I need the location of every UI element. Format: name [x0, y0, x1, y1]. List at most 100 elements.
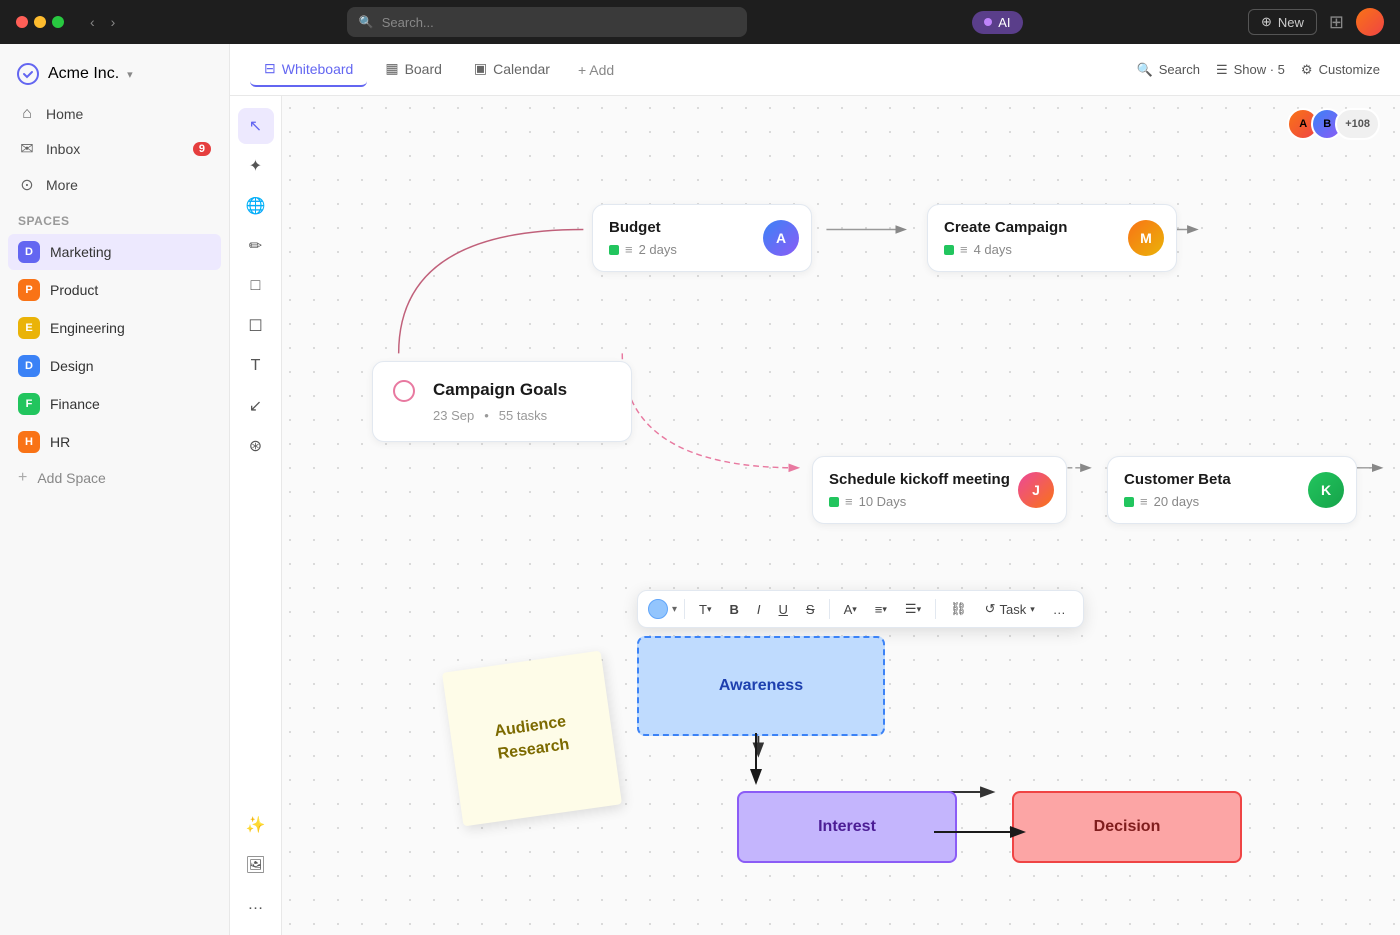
- maximize-button[interactable]: [52, 16, 64, 28]
- calendar-tab-icon: ▣: [474, 60, 487, 77]
- close-button[interactable]: [16, 16, 28, 28]
- awareness-shape[interactable]: Awareness: [637, 636, 885, 736]
- sidebar-more-label: More: [46, 177, 211, 193]
- sidebar-item-marketing[interactable]: D Marketing: [8, 234, 221, 270]
- sidebar-item-design[interactable]: D Design: [8, 348, 221, 384]
- tool-text[interactable]: T: [238, 348, 274, 384]
- underline-button[interactable]: U: [772, 598, 795, 621]
- minimize-button[interactable]: [34, 16, 46, 28]
- customer-beta-avatar: K: [1308, 472, 1344, 508]
- tool-network[interactable]: ⊛: [238, 428, 274, 464]
- customer-beta-meta: ≡ 20 days: [1124, 494, 1340, 509]
- show-nav-button[interactable]: ☰ Show · 5: [1216, 62, 1285, 78]
- forward-button[interactable]: ›: [105, 12, 122, 32]
- tool-panel: ↖ ✦ 🌐 ✏ □ ☐ T ↙ ⊛ ✨ 🖼 …: [230, 96, 282, 935]
- strikethrough-button[interactable]: S: [799, 598, 822, 621]
- ai-dot: [984, 18, 992, 26]
- hr-dot: H: [18, 431, 40, 453]
- more-format-button[interactable]: …: [1046, 598, 1073, 621]
- bold-button[interactable]: B: [723, 598, 746, 621]
- goals-title: Campaign Goals: [433, 380, 567, 400]
- customer-beta-card[interactable]: Customer Beta ≡ 20 days K: [1107, 456, 1357, 524]
- sidebar-item-inbox[interactable]: ✉ Inbox 9: [8, 132, 221, 166]
- list-label: ☰: [905, 601, 917, 617]
- font-size-button[interactable]: A ▾: [837, 598, 864, 621]
- tool-sticky[interactable]: ☐: [238, 308, 274, 344]
- search-nav-label: Search: [1159, 62, 1200, 77]
- grid-icon[interactable]: ⊞: [1329, 12, 1344, 33]
- tool-image[interactable]: 🖼: [238, 847, 274, 883]
- campaign-goals-card[interactable]: Campaign Goals 23 Sep • 55 tasks: [372, 361, 632, 442]
- tab-whiteboard[interactable]: ⊟ Whiteboard: [250, 52, 367, 87]
- sidebar-item-more[interactable]: ⊙ More: [8, 168, 221, 202]
- goals-tasks: 55 tasks: [499, 408, 547, 423]
- tool-connector[interactable]: ↙: [238, 388, 274, 424]
- sidebar-item-hr[interactable]: H HR: [8, 424, 221, 460]
- create-campaign-card[interactable]: Create Campaign ≡ 4 days M: [927, 204, 1177, 272]
- show-nav-label: Show · 5: [1234, 62, 1285, 77]
- tool-sparkle[interactable]: ✨: [238, 807, 274, 843]
- workspace-logo-icon: [16, 62, 40, 86]
- back-button[interactable]: ‹: [84, 12, 101, 32]
- whiteboard-canvas[interactable]: A B +108 ↖ ✦ 🌐 ✏ □ ☐ T ↙ ⊛ ✨ 🖼 …: [230, 96, 1400, 935]
- ai-badge[interactable]: AI: [972, 11, 1022, 34]
- workspace-header[interactable]: Acme Inc. ▾: [8, 56, 221, 98]
- ai-label: AI: [998, 15, 1010, 30]
- budget-avatar: A: [763, 220, 799, 256]
- create-campaign-meta: ≡ 4 days: [944, 242, 1160, 257]
- sticky-note-audience[interactable]: Audience Research: [442, 651, 622, 827]
- tool-globe[interactable]: 🌐: [238, 188, 274, 224]
- top-nav-right: 🔍 Search ☰ Show · 5 ⚙ Customize: [1137, 62, 1380, 78]
- search-nav-button[interactable]: 🔍 Search: [1137, 62, 1200, 78]
- calendar-tab-label: Calendar: [493, 61, 550, 77]
- more-icon: ⊙: [18, 175, 36, 195]
- awareness-label: Awareness: [719, 677, 803, 695]
- underline-label: U: [779, 602, 788, 617]
- user-avatar[interactable]: [1356, 8, 1384, 36]
- finance-dot: F: [18, 393, 40, 415]
- schedule-kickoff-card[interactable]: Schedule kickoff meeting ≡ 10 Days J: [812, 456, 1067, 524]
- sidebar-item-engineering[interactable]: E Engineering: [8, 310, 221, 346]
- sidebar-item-finance[interactable]: F Finance: [8, 386, 221, 422]
- goals-date: 23 Sep: [433, 408, 474, 423]
- add-space-button[interactable]: + Add Space: [8, 462, 221, 494]
- color-picker-chevron[interactable]: ▾: [672, 604, 677, 615]
- budget-days: 2 days: [639, 242, 677, 257]
- add-space-label: Add Space: [37, 470, 106, 486]
- more-format-label: …: [1053, 602, 1066, 617]
- italic-button[interactable]: I: [750, 598, 768, 621]
- task-icon: ↺: [985, 601, 996, 617]
- add-tab-button[interactable]: + Add: [568, 54, 624, 86]
- tool-select[interactable]: ↖: [238, 108, 274, 144]
- text-style-button[interactable]: T ▾: [692, 598, 718, 621]
- tool-more[interactable]: …: [238, 887, 274, 923]
- decision-label: Decision: [1094, 818, 1161, 836]
- search-placeholder: Search...: [382, 15, 434, 30]
- canvas-content: Budget ≡ 2 days A Create Campaign ≡ 4 da…: [282, 96, 1400, 935]
- list-button[interactable]: ☰ ▾: [898, 597, 928, 621]
- customize-nav-icon: ⚙: [1301, 62, 1313, 78]
- budget-card[interactable]: Budget ≡ 2 days A: [592, 204, 812, 272]
- global-search-bar[interactable]: 🔍 Search...: [347, 7, 747, 37]
- decision-shape[interactable]: Decision: [1012, 791, 1242, 863]
- new-button[interactable]: ⊕ New: [1248, 9, 1317, 35]
- customize-nav-button[interactable]: ⚙ Customize: [1301, 62, 1380, 78]
- color-picker[interactable]: [648, 599, 668, 619]
- link-button[interactable]: ⛓: [943, 597, 974, 621]
- tab-board[interactable]: ▦ Board: [371, 52, 456, 87]
- align-button[interactable]: ≡ ▾: [868, 598, 894, 621]
- task-button[interactable]: ↺ Task ▾: [978, 597, 1042, 621]
- tab-calendar[interactable]: ▣ Calendar: [460, 52, 564, 87]
- kickoff-title: Schedule kickoff meeting: [829, 471, 1050, 488]
- home-icon: ⌂: [18, 105, 36, 123]
- font-size-chevron: ▾: [852, 604, 857, 615]
- sidebar-item-home[interactable]: ⌂ Home: [8, 98, 221, 130]
- tool-pen[interactable]: ✏: [238, 228, 274, 264]
- customer-beta-days: 20 days: [1154, 494, 1200, 509]
- workspace-chevron-icon: ▾: [127, 68, 133, 81]
- interest-shape[interactable]: Interest: [737, 791, 957, 863]
- sidebar-item-product[interactable]: P Product: [8, 272, 221, 308]
- tool-magic[interactable]: ✦: [238, 148, 274, 184]
- tool-shape[interactable]: □: [238, 268, 274, 304]
- nav-arrows: ‹ ›: [84, 12, 121, 32]
